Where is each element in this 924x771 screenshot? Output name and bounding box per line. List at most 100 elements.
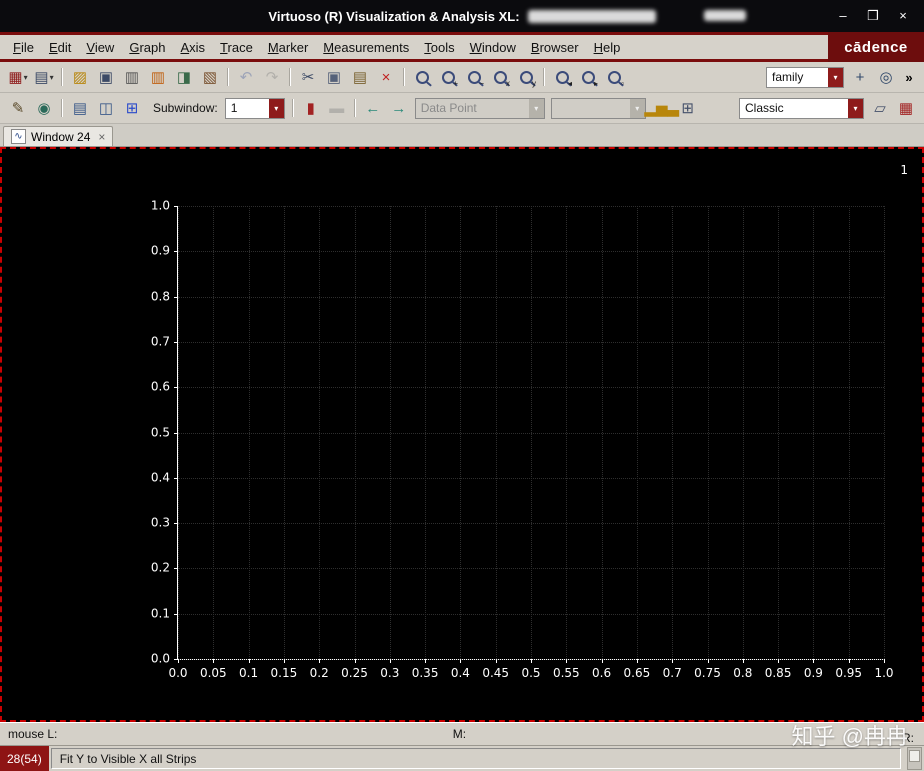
copy-icon[interactable]: ▣ <box>321 64 347 90</box>
accent-line-bottom <box>0 59 924 62</box>
horizontal-marker-icon[interactable]: ▬ <box>324 95 350 121</box>
y-tick-label: 0.4 <box>150 470 170 485</box>
undo-icon[interactable]: ↶ <box>233 64 259 90</box>
x-tick <box>778 659 780 663</box>
v-gridline <box>389 206 391 659</box>
x-tick <box>248 659 250 663</box>
y-tick-label: 0.3 <box>150 515 170 530</box>
redo-icon[interactable]: ↷ <box>259 64 285 90</box>
menu-window[interactable]: Window <box>463 38 523 57</box>
menu-file[interactable]: File <box>6 38 41 57</box>
menu-browser[interactable]: Browser <box>524 38 586 57</box>
browser-eye-icon[interactable]: ◉ <box>31 95 57 121</box>
y-tick-label: 0.1 <box>150 605 170 620</box>
crosshair-icon[interactable]: + <box>847 64 873 90</box>
x-tick-label: 0.35 <box>411 666 439 680</box>
separator <box>403 68 405 86</box>
scrollbar-thumb[interactable] <box>909 750 920 762</box>
menu-marker[interactable]: Marker <box>261 38 315 57</box>
save-icon[interactable]: ▣ <box>93 64 119 90</box>
style-combo[interactable]: Classic ▾ <box>739 97 864 119</box>
zoom-box-icon[interactable]: ▫ <box>601 64 627 90</box>
menu-edit[interactable]: Edit <box>42 38 78 57</box>
x-tick <box>848 659 850 663</box>
x-tick-label: 0.6 <box>592 666 612 680</box>
scrollbar[interactable] <box>907 747 922 770</box>
menu-help[interactable]: Help <box>587 38 628 57</box>
x-tick <box>425 659 427 663</box>
histogram-icon[interactable]: ▂▅▃ <box>644 95 679 121</box>
close-button[interactable]: × <box>896 8 910 24</box>
v-gridline <box>813 206 815 659</box>
v-gridline <box>354 206 356 659</box>
split-view-icon[interactable]: ◫ <box>93 95 119 121</box>
v-gridline <box>742 206 744 659</box>
next-point-icon[interactable]: → <box>386 95 412 121</box>
strip-mode-icon[interactable]: ▤ <box>67 95 93 121</box>
status-message: Fit Y to Visible X all Strips <box>50 748 901 769</box>
redacted-text <box>527 9 656 23</box>
combo-arrow-icon[interactable]: ▾ <box>268 98 284 118</box>
print-color-icon[interactable]: ▥ <box>145 64 171 90</box>
toolbar-main: ▦ ▾ ▤ ▾ ▨ ▣ ▥ ▥ ◨ ▧ ↶ ↷ ✂ ▣ ▤ × + − x y … <box>0 62 924 93</box>
combo-arrow-icon[interactable]: ▾ <box>828 67 843 87</box>
mouse-left-hint: mouse L: <box>8 727 58 741</box>
x-tick <box>283 659 285 663</box>
menu-measurements[interactable]: Measurements <box>316 38 416 57</box>
zoom-prev-icon[interactable]: ◂ <box>549 64 575 90</box>
toolbar-main-icons: ▦ ▾ ▤ ▾ ▨ ▣ ▥ ▥ ◨ ▧ ↶ ↷ ✂ ▣ ▤ × + − x y … <box>5 62 627 92</box>
subwindow-grid-icon[interactable]: ⊞ <box>119 95 145 121</box>
workspace-icon[interactable]: ▦ <box>893 95 919 121</box>
zoom-y-icon[interactable]: y <box>513 64 539 90</box>
zoom-x-icon[interactable]: x <box>487 64 513 90</box>
title-center: Virtuoso (R) Visualization & Analysis XL… <box>0 9 924 24</box>
vertical-marker-icon[interactable]: ▮ <box>298 95 324 121</box>
y-tick-label: 0.5 <box>150 424 170 439</box>
paste-icon[interactable]: ▤ <box>347 64 373 90</box>
annotate-icon[interactable]: ▧ <box>197 64 223 90</box>
x-tick <box>319 659 321 663</box>
menu-tools[interactable]: Tools <box>417 38 461 57</box>
x-tick-label: 0.8 <box>733 666 753 680</box>
snapshot-icon[interactable]: ◨ <box>171 64 197 90</box>
maximize-button[interactable]: ❒ <box>866 8 880 24</box>
combo-arrow-icon[interactable]: ▾ <box>848 98 863 118</box>
target-icon[interactable]: ◎ <box>873 64 899 90</box>
y-tick-label: 0.6 <box>150 379 170 394</box>
plot-area[interactable]: 1 0.0 0.1 0.2 0.3 0.4 0.5 0.6 0.7 0.8 0.9 1.0 0.0 0.… <box>0 147 924 722</box>
zoom-fit-icon[interactable] <box>409 64 435 90</box>
window-title: Virtuoso (R) Visualization & Analysis XL… <box>268 8 520 24</box>
family-combo[interactable]: family ▾ <box>766 66 844 88</box>
toolbar-overflow-button[interactable]: » <box>899 64 919 90</box>
toolbar-secondary: ✎ ◉ ▤ ◫ ⊞ Subwindow: 1 ▾ ▮ ▬ ← → Data Po… <box>0 93 924 124</box>
menu-axis[interactable]: Axis <box>173 38 212 57</box>
table-icon[interactable]: ⊞ <box>675 95 701 121</box>
calibrate-icon[interactable]: ✎ <box>5 95 31 121</box>
zoom-out-icon[interactable]: − <box>461 64 487 90</box>
open-graph-icon[interactable]: ▤ ▾ <box>31 64 57 90</box>
zoom-in-icon[interactable]: + <box>435 64 461 90</box>
tab-window-24[interactable]: ∿ Window 24 × <box>3 126 114 146</box>
menu-graph[interactable]: Graph <box>122 38 172 57</box>
minimize-button[interactable]: – <box>836 8 850 24</box>
open-file-icon[interactable]: ▨ <box>67 64 93 90</box>
zoom-next-icon[interactable]: ▸ <box>575 64 601 90</box>
separator <box>227 68 229 86</box>
v-gridline <box>213 206 215 659</box>
x-tick <box>566 659 568 663</box>
virtuoso-vva-window: Virtuoso (R) Visualization & Analysis XL… <box>0 0 924 771</box>
new-window-icon[interactable]: ▦ ▾ <box>5 64 31 90</box>
cadence-logo: cādence <box>828 32 924 62</box>
tab-close-icon[interactable]: × <box>98 130 105 144</box>
menu-view[interactable]: View <box>79 38 121 57</box>
print-icon[interactable]: ▥ <box>119 64 145 90</box>
delete-icon[interactable]: × <box>373 64 399 90</box>
cut-icon[interactable]: ✂ <box>295 64 321 90</box>
cascade-windows-icon[interactable]: ▱ <box>867 95 893 121</box>
tabbar: ∿ Window 24 × <box>0 124 924 147</box>
x-tick <box>460 659 462 663</box>
subwindow-combo[interactable]: 1 ▾ <box>224 97 285 119</box>
toolbar-secondary-view-icons: ▂▅▃ ⊞ <box>644 93 701 123</box>
prev-point-icon[interactable]: ← <box>360 95 386 121</box>
menu-trace[interactable]: Trace <box>213 38 260 57</box>
